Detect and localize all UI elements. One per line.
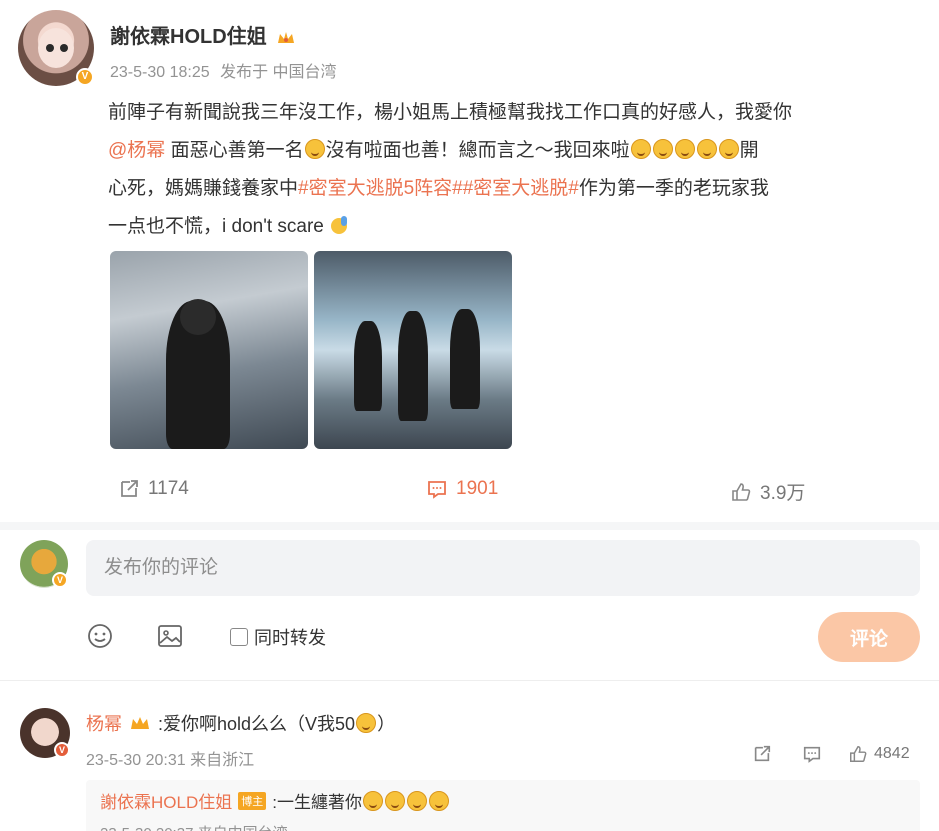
content-line-1: 前陣子有新聞說我三年沒工作，楊小姐馬上積極幫我找工作口真的好感人，我愛你: [108, 94, 920, 132]
repost-checkbox-label: 同时转发: [254, 628, 326, 648]
verified-icon: V: [76, 68, 94, 86]
content-text: 沒有啦面也善！總而言之～我回來啦: [325, 140, 630, 161]
hug-emoji-icon: [696, 139, 717, 159]
hug-emoji-icon: [652, 139, 673, 159]
post-image-2[interactable]: [314, 251, 512, 449]
content-line-3: 心死，媽媽賺錢養家中#密室大逃脱5阵容##密室大逃脱#作为第一季的老玩家我: [108, 170, 920, 208]
image-figure: [450, 309, 480, 409]
hashtag-link[interactable]: #密室大逃脱5阵容#: [298, 178, 463, 199]
content-text: 一点也不慌，i don't scare: [108, 216, 324, 237]
repost-icon: [754, 745, 771, 762]
post-image-1[interactable]: [110, 251, 308, 449]
hug-emoji-icon: [428, 790, 449, 811]
repost-button[interactable]: 1174: [118, 478, 189, 500]
verified-icon: V: [52, 572, 68, 588]
comment-repost-button[interactable]: [752, 744, 772, 764]
avatar-eye-left: [46, 44, 54, 52]
hug-emoji-icon: [384, 790, 405, 811]
comment-icon: [803, 746, 821, 763]
cat-emoji-icon: [356, 713, 377, 733]
hug-emoji-icon: [718, 139, 739, 159]
comment-button[interactable]: 1901: [426, 478, 498, 500]
hug-emoji-icon: [362, 790, 383, 811]
hug-emoji-icon: [630, 139, 651, 159]
thumbs-up-icon: [732, 482, 751, 501]
thumbs-up-icon: [850, 745, 867, 762]
comment-like-button[interactable]: 4842: [848, 744, 910, 764]
reply-time: 23-5-30 20:37 来自中国台湾: [100, 822, 288, 831]
reply-author-name[interactable]: 謝依霖HOLD住姐: [100, 788, 232, 813]
laughing-emoji-icon: [304, 139, 325, 159]
post-content: 前陣子有新聞說我三年沒工作，楊小姐馬上積極幫我找工作口真的好感人，我愛你 @杨幂…: [108, 94, 920, 246]
reply-text: :一生纏著你: [272, 793, 362, 812]
weibo-post: V 謝依霖HOLD住姐 23-5-30 18:25 发布于 中国台湾 前陣子有新…: [0, 0, 939, 522]
content-text: 心死，媽媽賺錢養家中: [108, 178, 299, 199]
emoji-icon[interactable]: [86, 622, 114, 650]
image-figure: [398, 311, 428, 421]
post-timestamp[interactable]: 23-5-30 18:25: [110, 64, 210, 81]
post-meta: 23-5-30 18:25 发布于 中国台湾: [110, 58, 337, 82]
checkbox-box[interactable]: [230, 628, 248, 646]
content-text: 作为第一季的老玩家我: [578, 178, 769, 199]
author-avatar[interactable]: V: [18, 10, 94, 86]
commenter-avatar[interactable]: V: [20, 708, 70, 758]
crown-icon: [278, 31, 295, 43]
comment-text: :爱你啊hold么么（V我50: [158, 714, 356, 734]
hug-emoji-icon: [406, 790, 427, 811]
comment-time: 23-5-30 20:31 来自浙江: [86, 752, 255, 769]
post-actions: 1174 1901 3.9万: [0, 478, 939, 510]
avatar-eye-right: [60, 44, 68, 52]
section-divider: [0, 522, 939, 530]
comment-reply-button[interactable]: [802, 744, 822, 764]
reply-body: 謝依霖HOLD住姐 博主 :一生纏著你: [100, 788, 450, 813]
repost-icon: [121, 480, 138, 497]
comment-count: 1901: [456, 478, 499, 499]
like-count: 3.9万: [760, 483, 806, 504]
content-text: 前陣子有新聞說我三年沒工作，楊小姐馬上積極幫我找工作口真的好感人，我愛你: [108, 102, 793, 123]
current-user-avatar[interactable]: V: [20, 540, 68, 588]
comment-input[interactable]: [86, 540, 920, 596]
submit-comment-button[interactable]: 评论: [818, 612, 920, 662]
comment-text-end: ）: [377, 714, 396, 734]
mention-link[interactable]: @杨幂: [108, 140, 165, 161]
content-text: 面惡心善第一名: [165, 140, 304, 161]
avatar-face: [38, 28, 74, 68]
hug-emoji-icon: [674, 139, 695, 159]
comments-divider: [0, 680, 939, 681]
post-location: 发布于 中国台湾: [220, 64, 337, 81]
content-text: 開: [739, 140, 759, 161]
comment-like-count: 4842: [874, 745, 910, 762]
author-name[interactable]: 謝依霖HOLD住姐: [110, 20, 296, 49]
comment-body: 杨幂 :爱你啊hold么么（V我50 ）: [86, 710, 395, 736]
blogger-badge: 博主: [238, 791, 267, 810]
verified-icon: V: [54, 742, 70, 758]
waving-emoji-icon: [330, 216, 347, 234]
content-line-2: @杨幂 面惡心善第一名 沒有啦面也善！總而言之～我回來啦 開: [108, 132, 920, 170]
hashtag-link[interactable]: #密室大逃脱#: [463, 178, 579, 199]
repost-checkbox[interactable]: 同时转发: [230, 624, 326, 650]
image-figure: [354, 321, 382, 411]
content-line-4: 一点也不慌，i don't scare: [108, 208, 920, 246]
comment-icon: [428, 481, 446, 499]
author-name-text: 謝依霖HOLD住姐: [110, 26, 267, 48]
commenter-name[interactable]: 杨幂: [86, 710, 122, 736]
crown-icon: [131, 717, 149, 729]
image-upload-icon[interactable]: [156, 622, 184, 650]
like-button[interactable]: 3.9万: [730, 478, 805, 505]
repost-count: 1174: [148, 478, 189, 499]
image-figure-head: [180, 299, 216, 335]
